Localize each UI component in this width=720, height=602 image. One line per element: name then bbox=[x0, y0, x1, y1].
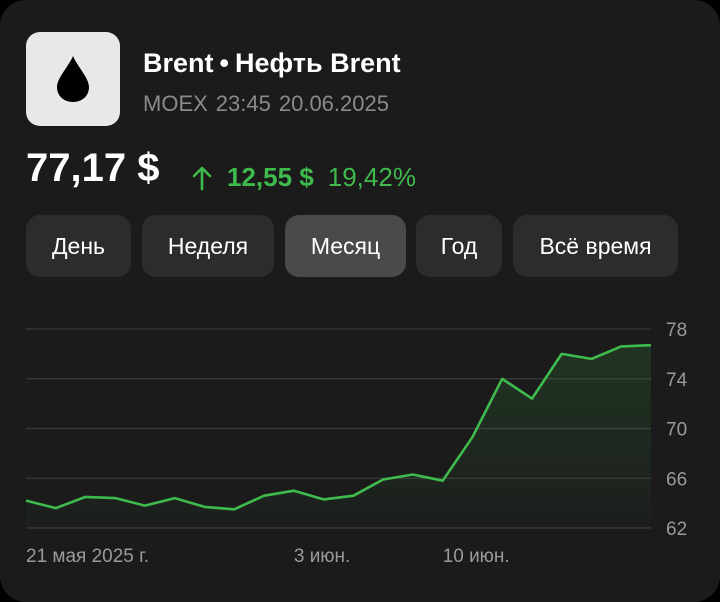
tab-month[interactable]: Месяц bbox=[285, 215, 406, 277]
change-percent: 19,42% bbox=[327, 162, 416, 192]
data-point bbox=[589, 357, 593, 361]
data-point bbox=[530, 397, 534, 401]
x-tick-label: 21 мая 2025 г. bbox=[26, 546, 149, 567]
quote-date: 20.06.2025 bbox=[278, 91, 389, 116]
data-point bbox=[649, 343, 653, 347]
title-separator: • bbox=[219, 48, 229, 78]
y-tick-label: 62 bbox=[666, 519, 687, 540]
y-tick-label: 66 bbox=[666, 469, 687, 490]
tab-day[interactable]: День bbox=[26, 215, 131, 277]
data-point bbox=[24, 499, 28, 503]
instrument-name: Нефть Brent bbox=[234, 48, 401, 78]
data-point bbox=[470, 435, 474, 439]
data-point bbox=[143, 504, 147, 508]
y-tick-label: 74 bbox=[666, 370, 688, 391]
exchange-label: MOEX bbox=[143, 91, 208, 116]
data-point bbox=[322, 497, 326, 501]
oil-drop-icon bbox=[57, 56, 89, 102]
tab-year[interactable]: Год bbox=[416, 215, 502, 277]
series-area bbox=[26, 345, 651, 528]
quote-time: 23:45 bbox=[215, 91, 271, 116]
x-tick-label: 3 июн. bbox=[294, 546, 350, 567]
data-point bbox=[351, 494, 355, 498]
price-change: 12,55 $ 19,42% bbox=[190, 162, 416, 193]
data-point bbox=[381, 477, 385, 481]
quote-card: Brent • Нефть Brent MOEX 23:45 20.06.2025 77… bbox=[0, 0, 720, 602]
x-tick-label: 10 июн. bbox=[443, 546, 510, 567]
y-tick-label: 78 bbox=[666, 320, 687, 341]
data-point bbox=[232, 507, 236, 511]
data-point bbox=[173, 496, 177, 500]
arrow-up-icon bbox=[192, 166, 212, 190]
tab-week[interactable]: Неделя bbox=[142, 215, 274, 277]
data-point bbox=[441, 479, 445, 483]
change-absolute: 12,55 $ bbox=[227, 162, 314, 192]
data-point bbox=[262, 494, 266, 498]
data-point bbox=[84, 495, 88, 499]
data-point bbox=[203, 505, 207, 509]
data-point bbox=[411, 473, 415, 477]
data-point bbox=[619, 344, 623, 348]
tab-all-time[interactable]: Всё время bbox=[513, 215, 678, 277]
price-chart[interactable]: 62 66 70 74 78 21 мая 2025 г. 3 июн. 10 июн. bbox=[0, 300, 720, 580]
current-price: 77,17 $ bbox=[26, 146, 160, 190]
ticker: Brent bbox=[143, 48, 214, 78]
quote-meta: MOEX 23:45 20.06.2025 bbox=[143, 91, 389, 117]
data-point bbox=[500, 377, 504, 381]
instrument-title: Brent • Нефть Brent bbox=[143, 48, 401, 79]
instrument-logo bbox=[26, 32, 120, 126]
data-point bbox=[54, 506, 58, 510]
y-tick-label: 70 bbox=[666, 420, 687, 441]
data-point bbox=[113, 496, 117, 500]
data-point bbox=[292, 489, 296, 493]
data-point bbox=[560, 352, 564, 356]
